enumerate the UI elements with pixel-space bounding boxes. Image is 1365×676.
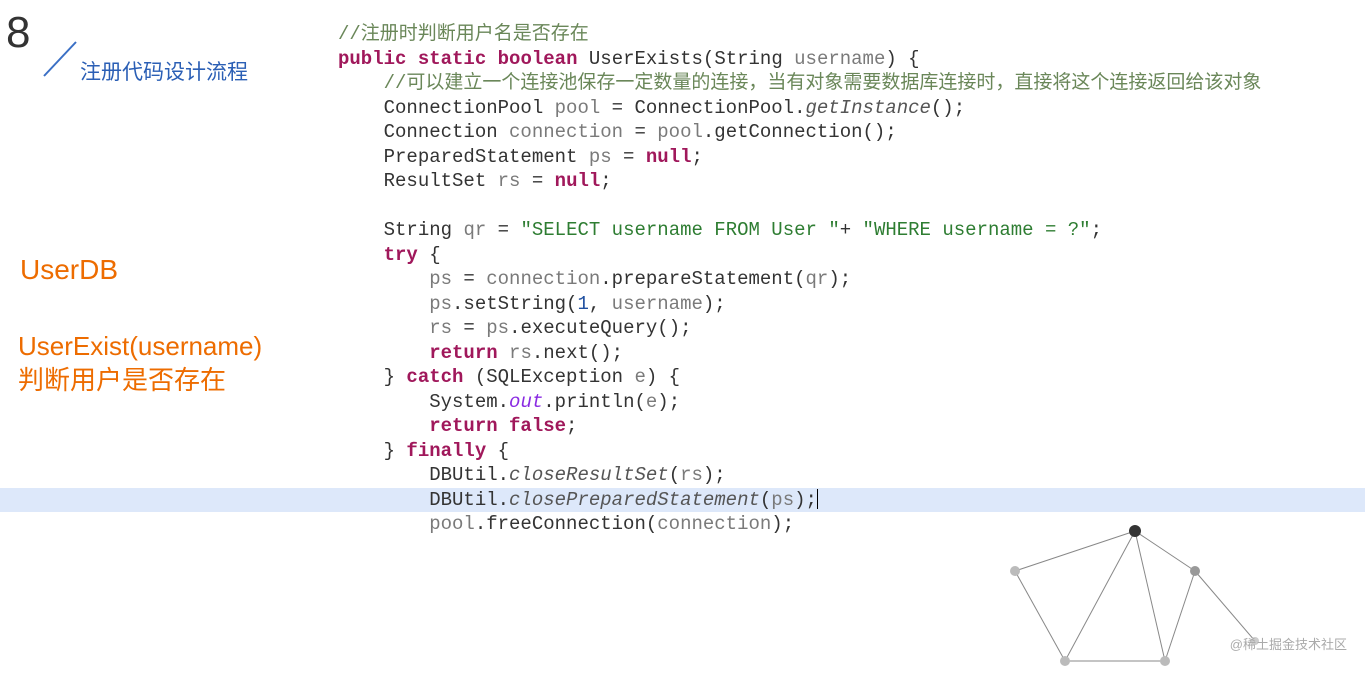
text-cursor [817,489,818,509]
code-text: = ConnectionPool. [600,97,805,119]
code-var: pool [429,513,475,535]
code-var: ps [429,293,452,315]
code-text: Connection [384,121,509,143]
code-comment: //可以建立一个连接池保存一定数量的连接，当有对象需要数据库连接时，直接将这个连… [384,72,1262,94]
code-text: } [384,440,407,462]
code-var: e [646,391,657,413]
code-text: , [589,293,612,315]
code-text: ); [703,464,726,486]
code-block: //注册时判断用户名是否存在 public static boolean Use… [338,22,1365,537]
code-text: ResultSet [384,170,498,192]
code-kw: return [429,342,497,364]
code-var: connection [657,513,771,535]
code-text: { [418,244,441,266]
code-var: qr [806,268,829,290]
code-text: ) { [646,366,680,388]
code-text: { [486,440,509,462]
code-text: } [384,366,407,388]
code-var: rs [429,317,452,339]
code-text: ( [669,464,680,486]
code-var: username [612,293,703,315]
code-text: .getConnection(); [703,121,897,143]
code-text: String [384,219,464,241]
code-num: 1 [577,293,588,315]
label-userexist-line2: 判断用户是否存在 [18,365,226,395]
code-var: ps [771,489,794,511]
code-text: DBUtil. [429,464,509,486]
code-text: ConnectionPool [384,97,555,119]
code-var: connection [509,121,623,143]
code-text: = [623,121,657,143]
code-kw: finally [406,440,486,462]
code-text: .next(); [532,342,623,364]
code-kw: return false [429,415,566,437]
code-method: closePreparedStatement [509,489,760,511]
code-kw: catch [406,366,463,388]
code-method: getInstance [805,97,930,119]
title-slash-decor [38,38,78,78]
highlighted-line: DBUtil.closePreparedStatement(ps); [0,488,1365,513]
code-text: ); [828,268,851,290]
code-text: = [452,317,486,339]
code-var: pool [555,97,601,119]
code-text: (String [703,48,794,70]
slide-number: 8 [6,8,26,58]
code-var: ps [429,268,452,290]
code-var: rs [680,464,703,486]
code-kw: public [338,48,406,70]
code-text: = [452,268,486,290]
code-text: = [486,219,520,241]
code-text: .freeConnection( [475,513,657,535]
code-var: pool [657,121,703,143]
code-text: PreparedStatement [384,146,589,168]
code-text: ) { [885,48,919,70]
code-text: ; [566,415,577,437]
code-var: ps [486,317,509,339]
code-comment: //注册时判断用户名是否存在 [338,23,589,45]
code-text: ); [794,489,817,511]
code-text: .println( [543,391,646,413]
code-text: = [520,170,554,192]
code-string: "SELECT username FROM User " [520,219,839,241]
label-userexist-line1: UserExist(username) [18,331,262,361]
code-method: closeResultSet [509,464,669,486]
code-kw: static [418,48,486,70]
code-static: out [509,391,543,413]
code-text: ); [657,391,680,413]
code-var: connection [486,268,600,290]
code-text [498,342,509,364]
code-text: (SQLException [463,366,634,388]
code-kw: try [384,244,418,266]
code-text: ); [771,513,794,535]
code-text: = [612,146,646,168]
code-text: DBUtil. [429,489,509,511]
code-text: ; [1091,219,1102,241]
code-var: rs [498,170,521,192]
code-text: ; [691,146,702,168]
code-var: ps [589,146,612,168]
code-text: .prepareStatement( [600,268,805,290]
code-string: "WHERE username = ?" [863,219,1091,241]
code-text: System. [429,391,509,413]
code-kw: null [555,170,601,192]
slide-title: 注册代码设计流程 [80,56,248,86]
code-kw: boolean [498,48,578,70]
code-var: rs [509,342,532,364]
code-text: ; [600,170,611,192]
label-userdb: UserDB [20,254,118,286]
code-fn: UserExists [589,48,703,70]
code-var: e [634,366,645,388]
label-userexist: UserExist(username) 判断用户是否存在 [18,330,262,398]
watermark: @稀土掘金技术社区 [1230,634,1347,653]
code-var: username [794,48,885,70]
code-text: .executeQuery(); [509,317,691,339]
code-text: ( [760,489,771,511]
code-text: .setString( [452,293,577,315]
code-text: ); [703,293,726,315]
code-kw: null [646,146,692,168]
code-text: (); [931,97,965,119]
code-var: qr [463,219,486,241]
code-text: + [840,219,863,241]
